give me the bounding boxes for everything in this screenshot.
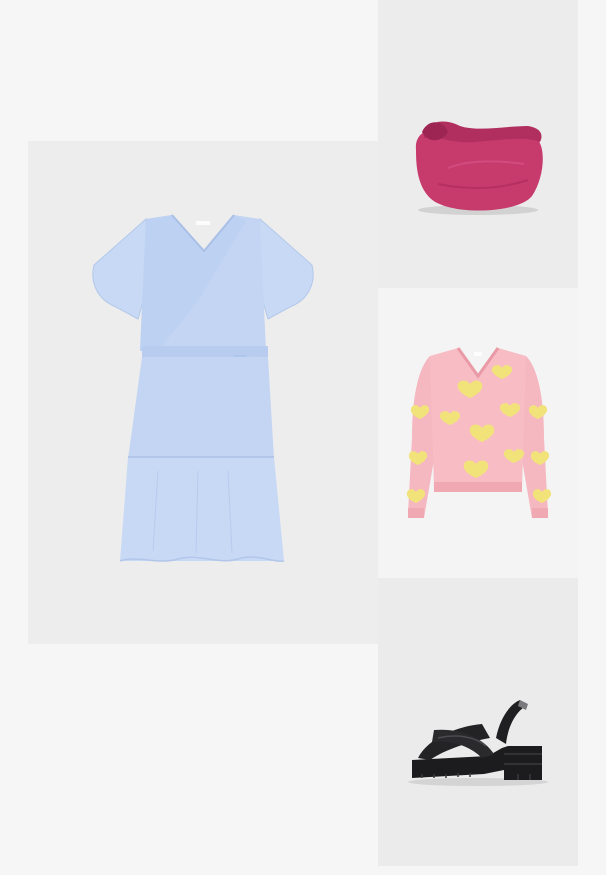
sandal-image (408, 700, 548, 786)
product-tile-sandal[interactable]: sandal (378, 578, 578, 866)
outfit-collage: { "collage": { "items": [ {"id": "dress"… (0, 0, 606, 875)
dress-image (92, 214, 314, 562)
product-tile-sweater[interactable]: sweater (378, 288, 578, 578)
product-tile-bag[interactable]: handbag (378, 0, 578, 288)
product-tile-dress[interactable]: dress (28, 141, 378, 644)
sweater-image (406, 347, 552, 518)
bag-image (415, 121, 543, 215)
